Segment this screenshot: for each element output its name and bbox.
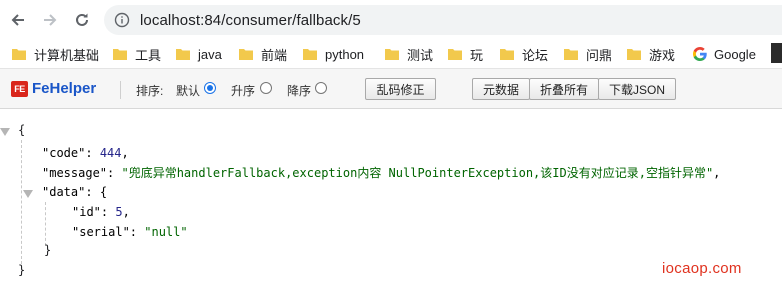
folder-icon bbox=[448, 48, 462, 60]
json-key: "id" bbox=[72, 205, 101, 219]
bookmark-folder[interactable]: java bbox=[176, 44, 222, 64]
indent-guide bbox=[21, 140, 22, 264]
info-icon[interactable] bbox=[114, 12, 130, 28]
json-open-brace: { bbox=[99, 185, 108, 199]
json-close-brace: } bbox=[18, 263, 26, 277]
json-line-serial: "serial": "null" bbox=[72, 225, 188, 239]
json-key: "data" bbox=[42, 185, 86, 199]
url-text[interactable]: localhost:84/consumer/fallback/5 bbox=[140, 12, 361, 29]
collapse-triangle-icon[interactable] bbox=[23, 190, 33, 198]
watermark: iocaop.com bbox=[662, 260, 742, 277]
bookmark-label: 前端 bbox=[261, 47, 288, 63]
bookmark-label: java bbox=[198, 46, 222, 62]
bookmark-folder[interactable]: 计算机基础 bbox=[12, 44, 99, 64]
reload-icon bbox=[76, 13, 88, 26]
json-string: "null" bbox=[144, 225, 188, 239]
bookmark-label: Google bbox=[714, 46, 756, 62]
bookmark-overflow-icon[interactable] bbox=[771, 43, 782, 63]
collapse-all-button[interactable]: 折叠所有 bbox=[529, 78, 599, 100]
json-number: 5 bbox=[115, 205, 123, 219]
reload-button[interactable] bbox=[70, 8, 94, 32]
sort-desc-radio[interactable] bbox=[315, 82, 327, 94]
fehelper-title: FeHelper bbox=[32, 80, 97, 97]
bookmark-folder[interactable]: 玩 bbox=[448, 44, 483, 64]
sort-option-desc-label: 降序 bbox=[287, 84, 312, 98]
arrow-left-icon bbox=[11, 14, 24, 26]
fehelper-toolbar: FE FeHelper 排序: 默认 升序 降序 乱码修正 元数据 折叠所有 下… bbox=[0, 68, 782, 109]
bookmark-label: python bbox=[325, 46, 365, 62]
bookmark-label: 游戏 bbox=[649, 47, 676, 63]
bookmark-google[interactable]: Google bbox=[692, 44, 756, 64]
forward-button[interactable] bbox=[38, 8, 62, 32]
folder-icon bbox=[500, 48, 514, 60]
bookmark-folder[interactable]: 论坛 bbox=[500, 44, 548, 64]
bookmark-label: 工具 bbox=[135, 47, 162, 63]
bookmark-folder[interactable]: python bbox=[303, 44, 364, 64]
folder-icon bbox=[113, 48, 127, 60]
back-button[interactable] bbox=[6, 8, 30, 32]
bookmark-folder[interactable]: 工具 bbox=[113, 44, 161, 64]
bookmark-label: 测试 bbox=[407, 47, 434, 63]
sort-label: 排序: bbox=[136, 84, 164, 98]
google-icon bbox=[693, 47, 707, 61]
download-json-button[interactable]: 下载JSON bbox=[598, 78, 676, 100]
bookmark-folder[interactable]: 测试 bbox=[385, 44, 433, 64]
folder-icon bbox=[627, 48, 641, 60]
json-key: "serial" bbox=[72, 225, 130, 239]
bookmark-label: 问鼎 bbox=[586, 47, 613, 63]
browser-toolbar: localhost:84/consumer/fallback/5 bbox=[0, 0, 782, 40]
bookmark-label: 论坛 bbox=[522, 47, 549, 63]
json-open-brace: { bbox=[18, 123, 26, 137]
address-bar[interactable]: localhost:84/consumer/fallback/5 bbox=[104, 5, 782, 35]
fehelper-logo-icon: FE bbox=[11, 81, 28, 97]
json-line-id: "id": 5, bbox=[72, 205, 130, 219]
collapse-triangle-icon[interactable] bbox=[0, 128, 10, 136]
bookmarks-bar: 计算机基础 工具 java 前端 python 测试 玩 论坛 问鼎 游戏 Go… bbox=[0, 40, 782, 68]
json-close-brace: } bbox=[44, 243, 52, 257]
folder-icon bbox=[176, 48, 190, 60]
folder-icon bbox=[564, 48, 578, 60]
sort-asc-radio[interactable] bbox=[260, 82, 272, 94]
bookmark-label: 计算机基础 bbox=[34, 47, 100, 63]
sort-option-asc-label: 升序 bbox=[231, 84, 256, 98]
bookmark-folder[interactable]: 游戏 bbox=[627, 44, 675, 64]
json-key: "message" bbox=[42, 166, 108, 180]
bookmark-folder[interactable]: 问鼎 bbox=[564, 44, 612, 64]
fix-encoding-button[interactable]: 乱码修正 bbox=[365, 78, 436, 100]
bookmark-folder[interactable]: 前端 bbox=[239, 44, 287, 64]
json-string: "兜底异常handlerFallback,exception内容 NullPoi… bbox=[121, 166, 714, 180]
json-number: 444 bbox=[99, 146, 122, 160]
sort-default-radio[interactable] bbox=[204, 82, 216, 94]
json-line-code: "code": 444, bbox=[42, 146, 129, 160]
raw-data-button[interactable]: 元数据 bbox=[472, 78, 530, 100]
divider bbox=[120, 81, 121, 99]
arrow-right-icon bbox=[44, 14, 57, 26]
json-line-data: "data": { bbox=[42, 185, 108, 199]
bookmark-label: 玩 bbox=[470, 47, 484, 63]
folder-icon bbox=[303, 48, 317, 60]
sort-option-default-label: 默认 bbox=[176, 84, 201, 98]
folder-icon bbox=[385, 48, 399, 60]
folder-icon bbox=[239, 48, 253, 60]
json-line-message: "message": "兜底异常handlerFallback,exceptio… bbox=[42, 166, 721, 180]
folder-icon bbox=[12, 48, 26, 60]
json-key: "code" bbox=[42, 146, 86, 160]
